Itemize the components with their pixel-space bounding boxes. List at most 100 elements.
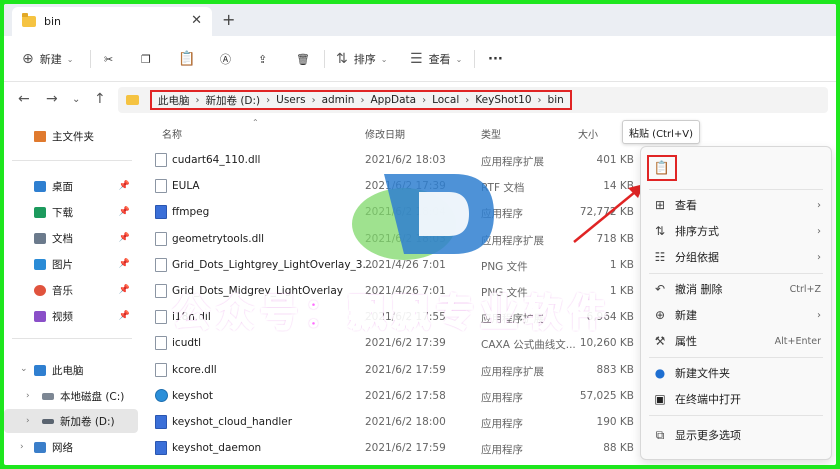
breadcrumb-item[interactable]: Local [432, 94, 459, 106]
view-button[interactable]: ☰ 查看 ⌄ [410, 48, 462, 70]
pin-icon[interactable]: 📌 [119, 285, 130, 295]
file-row[interactable]: keyshot 2021/6/2 17:58 应用程序 57,025 KB [144, 384, 644, 410]
menu-item-label: 显示更多选项 [675, 429, 741, 442]
share-icon[interactable]: ⇪ [258, 48, 267, 70]
music-icon [34, 284, 46, 296]
column-header-name[interactable]: 名称 [162, 126, 182, 141]
sidebar-item-desktop[interactable]: 桌面 📌 [4, 174, 138, 198]
chevron-down-icon: ⌄ [380, 54, 388, 64]
chevron-right-icon: › [817, 225, 821, 237]
menu-item-view[interactable]: ⊞ 查看 › [641, 193, 831, 217]
sidebar-item-drive-c[interactable]: › 本地磁盘 (C:) [4, 384, 138, 408]
breadcrumb-item[interactable]: AppData [370, 94, 416, 106]
chevron-right-icon: › [311, 94, 316, 106]
menu-item-group[interactable]: ☷ 分组依据 › [641, 245, 831, 269]
new-button[interactable]: ⊕ 新建 ⌄ [22, 48, 73, 70]
menu-item-new[interactable]: ⊕ 新建 › [641, 303, 831, 327]
tab-bin[interactable]: bin ✕ [12, 7, 212, 36]
menu-item-open-terminal[interactable]: ▣ 在终端中打开 [641, 387, 831, 411]
chevron-down-icon[interactable]: ⌄ [20, 364, 28, 374]
chevron-right-icon[interactable]: › [20, 442, 24, 452]
menu-item-sort[interactable]: ⇅ 排序方式 › [641, 219, 831, 243]
menu-item-more-options[interactable]: ⧉ 显示更多选项 [641, 423, 831, 447]
sidebar-item-videos[interactable]: 视频 📌 [4, 304, 138, 328]
menu-item-label: 新建 [675, 309, 697, 322]
forward-icon[interactable]: → [46, 91, 58, 107]
cut-icon[interactable]: ✂ [104, 48, 113, 70]
divider [12, 338, 132, 339]
chevron-right-icon: › [817, 199, 821, 211]
column-header-type[interactable]: 类型 [481, 126, 501, 141]
breadcrumb-item[interactable]: 新加卷 (D:) [206, 93, 261, 108]
sort-icon: ⇅ [654, 224, 666, 238]
app-icon [155, 415, 167, 429]
pin-icon[interactable]: 📌 [119, 233, 130, 243]
pin-icon[interactable]: 📌 [119, 207, 130, 217]
annotation-arrow [573, 184, 644, 243]
sidebar-item-label: 主文件夹 [52, 130, 94, 143]
plus-circle-icon: ⊕ [654, 308, 666, 322]
back-icon[interactable]: ← [18, 91, 30, 107]
address-bar[interactable]: 此电脑 › 新加卷 (D:) › Users › admin › AppData… [118, 87, 828, 113]
sidebar-item-label: 网络 [52, 441, 73, 454]
dll-icon [155, 153, 167, 167]
navigation-row: ← → ⌄ ↑ 此电脑 › 新加卷 (D:) › Users › admin ›… [4, 82, 836, 118]
chevron-right-icon[interactable]: › [26, 391, 30, 401]
chevron-down-icon: ⌄ [66, 54, 74, 64]
sidebar-item-this-pc[interactable]: ⌄ 此电脑 [4, 358, 138, 382]
sidebar-item-label: 视频 [52, 310, 73, 323]
file-size: 57,025 KB [579, 389, 634, 402]
up-icon[interactable]: ↑ [94, 91, 106, 107]
app-icon [155, 441, 167, 456]
file-row[interactable]: keyshot_daemon 2021/6/2 17:59 应用程序 88 KB [144, 436, 644, 462]
rename-icon[interactable]: Ⓐ [220, 48, 231, 70]
breadcrumb-item[interactable]: 此电脑 [158, 93, 190, 108]
delete-icon[interactable]: 🗑 [296, 48, 310, 70]
divider [649, 357, 823, 358]
tab-bar: bin ✕ + [4, 4, 836, 36]
breadcrumb-item[interactable]: admin [322, 94, 355, 106]
sort-button[interactable]: ⇅ 排序 ⌄ [336, 48, 387, 70]
file-row[interactable]: keyshot_cloud_handler 2021/6/2 18:00 应用程序 1… [144, 410, 644, 436]
copy-icon[interactable]: ❐ [141, 48, 151, 70]
menu-item-label: 新建文件夹 [675, 367, 730, 380]
paste-icon[interactable]: 📋 [178, 48, 195, 70]
pin-icon[interactable]: 📌 [119, 181, 130, 191]
menu-item-undo[interactable]: ↶ 撤消 删除 Ctrl+Z [641, 277, 831, 301]
breadcrumb-item[interactable]: bin [548, 94, 564, 106]
chevron-right-icon: › [817, 251, 821, 263]
file-name: EULA [172, 180, 200, 193]
sidebar-item-music[interactable]: 音乐 📌 [4, 278, 138, 302]
dll-icon [155, 310, 167, 325]
column-header-date[interactable]: 修改日期 [365, 126, 405, 141]
new-tab-button[interactable]: + [222, 10, 235, 29]
sidebar-item-downloads[interactable]: 下载 📌 [4, 200, 138, 224]
sidebar-item-pictures[interactable]: 图片 📌 [4, 252, 138, 276]
column-header-size[interactable]: 大小 [578, 126, 598, 141]
recent-chevron-icon[interactable]: ⌄ [72, 94, 80, 105]
file-row[interactable]: kcore.dll 2021/6/2 17:59 应用程序扩展 883 KB [144, 358, 644, 384]
more-options-icon[interactable]: ··· [488, 48, 503, 70]
file-size: 883 KB [596, 363, 634, 376]
close-tab-icon[interactable]: ✕ [191, 13, 202, 28]
dll-icon [155, 362, 167, 377]
chevron-right-icon[interactable]: › [26, 416, 30, 426]
menu-item-properties[interactable]: ⚒ 属性 Alt+Enter [641, 329, 831, 353]
app-icon [155, 205, 167, 220]
pin-icon[interactable]: 📌 [119, 259, 130, 269]
divider [649, 189, 823, 190]
menu-item-label: 属性 [675, 335, 697, 348]
wrench-icon: ⚒ [654, 334, 666, 348]
breadcrumb-item[interactable]: KeyShot10 [475, 94, 531, 106]
chevron-right-icon: › [195, 94, 200, 106]
menu-item-new-folder[interactable]: ● 新建文件夹 [641, 361, 831, 385]
sidebar-item-network[interactable]: › 网络 [4, 435, 138, 459]
sidebar-item-documents[interactable]: 文档 📌 [4, 226, 138, 250]
paste-button[interactable]: 📋 [647, 155, 677, 181]
sidebar-item-home[interactable]: 主文件夹 [4, 124, 138, 148]
breadcrumb-item[interactable]: Users [276, 94, 305, 106]
pin-icon[interactable]: 📌 [119, 311, 130, 321]
breadcrumb[interactable]: 此电脑 › 新加卷 (D:) › Users › admin › AppData… [150, 90, 572, 110]
drive-icon [42, 392, 54, 400]
sidebar-item-drive-d[interactable]: › 新加卷 (D:) [4, 409, 138, 433]
